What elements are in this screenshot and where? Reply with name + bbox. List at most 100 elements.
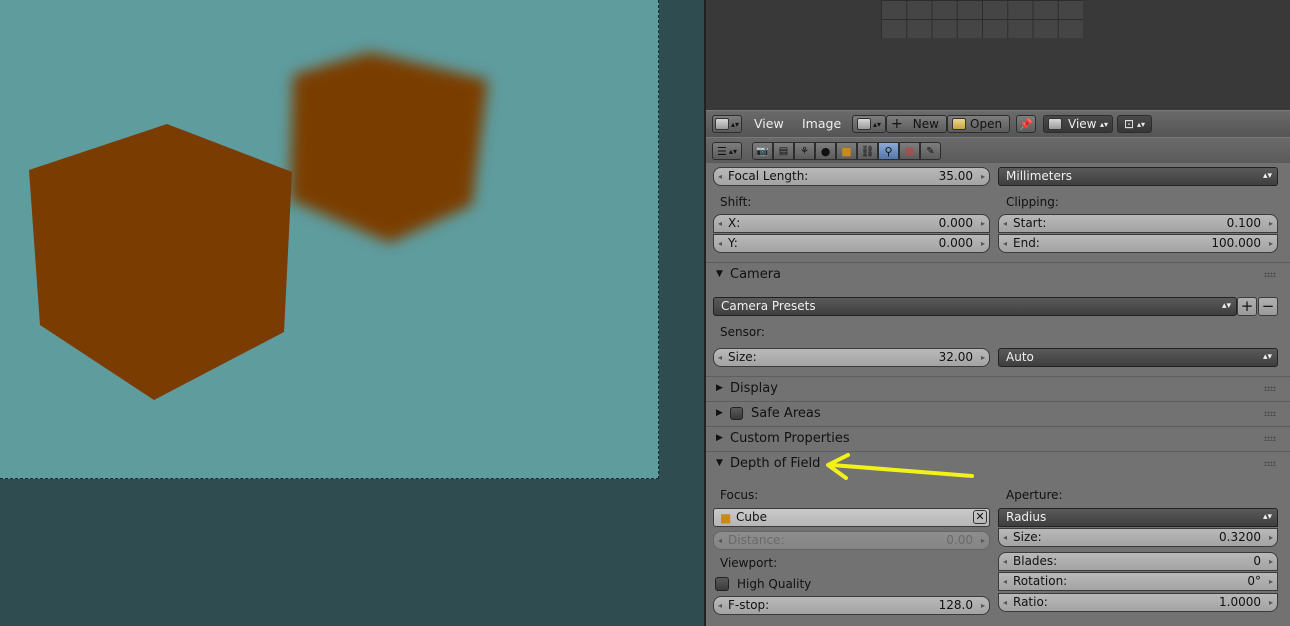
camera-panel-header[interactable]: ▼ Camera bbox=[706, 262, 1290, 286]
clip-start-field[interactable]: ◂ Start: 0.100 ▸ bbox=[998, 214, 1278, 233]
updown-arrow-icon: ▴▾ bbox=[730, 119, 740, 129]
camera-data-icon: ⚲ bbox=[884, 144, 893, 158]
right-arrow-icon: ▸ bbox=[1268, 557, 1273, 566]
chain-icon: ⛓ bbox=[860, 144, 875, 158]
left-arrow-icon: ◂ bbox=[718, 172, 723, 181]
camera-frame bbox=[0, 0, 659, 479]
object-tab[interactable]: ■ bbox=[836, 142, 857, 160]
new-image-button[interactable]: + New bbox=[886, 115, 947, 133]
add-preset-button[interactable]: + bbox=[1237, 297, 1257, 316]
safe-areas-checkbox[interactable] bbox=[730, 407, 743, 420]
pin-button[interactable]: 📌 bbox=[1016, 115, 1036, 133]
updown-arrow-icon: ▴▾ bbox=[1262, 512, 1272, 522]
world-tab[interactable]: ● bbox=[815, 142, 836, 160]
properties-editor-type-button[interactable]: ☰ ▴▾ bbox=[712, 142, 742, 160]
display-panel-header[interactable]: ▶ Display bbox=[706, 376, 1290, 400]
context-tabs: 📷 ▤ ⚘ ● ■ ⛓ ⚲ ▦ ✎ bbox=[752, 142, 941, 160]
focal-length-field[interactable]: ◂ Focal Length: 35.00 ▸ bbox=[713, 167, 990, 186]
render-viewport[interactable] bbox=[0, 0, 704, 626]
view-mode-select[interactable]: View ▴▾ bbox=[1043, 115, 1113, 133]
drag-grip-icon[interactable] bbox=[1264, 411, 1276, 416]
custom-properties-panel-header[interactable]: ▶ Custom Properties bbox=[706, 426, 1290, 450]
left-arrow-icon: ◂ bbox=[718, 601, 723, 610]
image-editor-area[interactable] bbox=[706, 0, 1290, 110]
plus-icon: + bbox=[1240, 297, 1254, 315]
focus-label: Focus: bbox=[720, 488, 759, 502]
clip-end-field[interactable]: ◂ End: 100.000 ▸ bbox=[998, 234, 1278, 253]
scene-icon: ⚘ bbox=[800, 145, 809, 157]
left-arrow-icon: ◂ bbox=[1003, 533, 1008, 542]
high-quality-checkbox[interactable] bbox=[715, 577, 729, 591]
drag-grip-icon[interactable] bbox=[1264, 272, 1276, 277]
focus-object-field[interactable]: ■ Cube ✕ bbox=[713, 508, 990, 527]
folder-icon bbox=[952, 118, 966, 130]
editor-type-button[interactable]: ▴▾ bbox=[712, 115, 742, 133]
clear-focus-icon[interactable]: ✕ bbox=[973, 510, 987, 524]
pin-icon: 📌 bbox=[1019, 117, 1033, 131]
world-icon: ● bbox=[820, 144, 831, 158]
drag-grip-icon[interactable] bbox=[1264, 461, 1276, 466]
blurred-cube bbox=[290, 52, 488, 243]
render-tab[interactable]: 📷 bbox=[752, 142, 773, 160]
left-arrow-icon: ◂ bbox=[1003, 557, 1008, 566]
left-arrow-icon: ◂ bbox=[718, 536, 723, 545]
triangle-right-icon: ▶ bbox=[716, 408, 723, 418]
sensor-size-field[interactable]: ◂ Size: 32.00 ▸ bbox=[713, 348, 990, 367]
arrow-shaft bbox=[830, 463, 974, 478]
ratio-field[interactable]: ◂ Ratio: 1.0000 ▸ bbox=[998, 593, 1278, 612]
physics-tab[interactable]: ✎ bbox=[920, 142, 941, 160]
image-icon bbox=[1048, 118, 1062, 130]
sensor-fit-select[interactable]: Auto ▴▾ bbox=[998, 348, 1278, 367]
remove-preset-button[interactable]: − bbox=[1258, 297, 1278, 316]
shift-x-field[interactable]: ◂ X: 0.000 ▸ bbox=[713, 214, 990, 233]
shift-y-field[interactable]: ◂ Y: 0.000 ▸ bbox=[713, 234, 990, 253]
left-arrow-icon: ◂ bbox=[1003, 219, 1008, 228]
updown-arrow-icon: ▴▾ bbox=[728, 146, 737, 156]
material-tab[interactable]: ▦ bbox=[899, 142, 920, 160]
left-arrow-icon: ◂ bbox=[1003, 239, 1008, 248]
updown-arrow-icon: ▴▾ bbox=[1262, 352, 1272, 362]
triangle-down-icon: ▼ bbox=[716, 269, 723, 279]
open-image-button[interactable]: Open bbox=[947, 115, 1010, 133]
pivot-icon: ⊡ bbox=[1123, 117, 1135, 131]
safe-areas-panel-header[interactable]: ▶ Safe Areas bbox=[706, 401, 1290, 425]
constraints-tab[interactable]: ⛓ bbox=[857, 142, 878, 160]
right-arrow-icon: ▸ bbox=[1268, 219, 1273, 228]
high-quality-label: High Quality bbox=[737, 577, 812, 591]
left-arrow-icon: ◂ bbox=[1003, 577, 1008, 586]
fstop-field[interactable]: ◂ F-stop: 128.0 ▸ bbox=[713, 596, 990, 615]
blades-field[interactable]: ◂ Blades: 0 ▸ bbox=[998, 552, 1278, 571]
scene-tab[interactable]: ⚘ bbox=[794, 142, 815, 160]
aperture-size-field[interactable]: ◂ Size: 0.3200 ▸ bbox=[998, 528, 1278, 547]
depth-of-field-panel-header[interactable]: ▼ Depth of Field bbox=[706, 451, 1290, 475]
properties-icon: ☰ bbox=[717, 144, 727, 158]
viewport-label: Viewport: bbox=[720, 556, 778, 570]
left-arrow-icon: ◂ bbox=[718, 353, 723, 362]
menu-image[interactable]: Image bbox=[802, 115, 841, 133]
left-arrow-icon: ◂ bbox=[718, 239, 723, 248]
image-editor-header: ▴▾ View Image ▴▾ + New Open 📌 View ▴▾ ⊡ ▴▾ bbox=[706, 110, 1290, 138]
right-arrow-icon: ▸ bbox=[1268, 533, 1273, 542]
clipping-label: Clipping: bbox=[1006, 195, 1059, 209]
render-layers-tab[interactable]: ▤ bbox=[773, 142, 794, 160]
pivot-select[interactable]: ⊡ ▴▾ bbox=[1117, 115, 1152, 133]
updown-arrow-icon: ▴▾ bbox=[1099, 119, 1108, 129]
browse-image-button[interactable]: ▴▾ bbox=[852, 115, 886, 133]
menu-view[interactable]: View bbox=[754, 115, 784, 133]
cube-icon: ■ bbox=[720, 511, 732, 525]
image-icon bbox=[856, 118, 871, 130]
right-arrow-icon: ▸ bbox=[980, 172, 985, 181]
right-arrow-icon: ▸ bbox=[1268, 239, 1273, 248]
rotation-field[interactable]: ◂ Rotation: 0° ▸ bbox=[998, 572, 1278, 591]
drag-grip-icon[interactable] bbox=[1264, 386, 1276, 391]
drag-grip-icon[interactable] bbox=[1264, 436, 1276, 441]
aperture-type-select[interactable]: Radius ▴▾ bbox=[998, 508, 1278, 527]
right-arrow-icon: ▸ bbox=[980, 601, 985, 610]
sharp-cube bbox=[29, 124, 292, 400]
checker-icon: ▦ bbox=[904, 145, 915, 157]
camera-presets-select[interactable]: Camera Presets ▴▾ bbox=[713, 297, 1237, 316]
right-arrow-icon: ▸ bbox=[1268, 577, 1273, 586]
brush-icon: ✎ bbox=[926, 145, 935, 157]
camera-data-tab[interactable]: ⚲ bbox=[878, 142, 899, 160]
lens-unit-select[interactable]: Millimeters ▴▾ bbox=[998, 167, 1278, 186]
